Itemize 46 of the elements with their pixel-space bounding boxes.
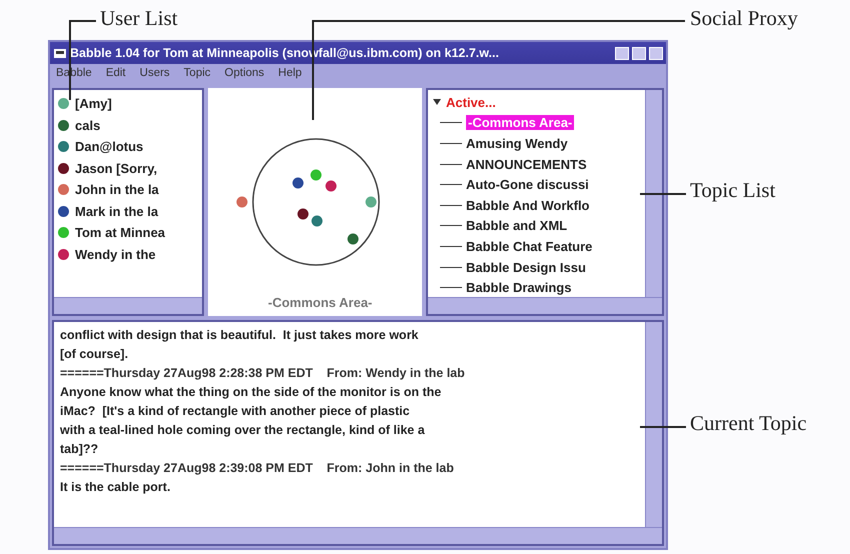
message-line: tab]?? bbox=[60, 441, 100, 458]
message-line: [of course]. bbox=[60, 346, 130, 363]
callout-label: Topic List bbox=[690, 178, 776, 203]
menu-item[interactable]: Help bbox=[278, 67, 302, 83]
user-name[interactable]: Jason [Sorry, bbox=[75, 160, 158, 176]
discussion-entry[interactable]: ANNOUNCEMENTS bbox=[466, 156, 587, 172]
message-line: iMac? [It's a kind of rectangle with another piece of plastic bbox=[60, 403, 411, 420]
user-name[interactable]: Mark in the la bbox=[75, 204, 158, 219]
message-line: It is the cable port. bbox=[60, 479, 172, 496]
discussion-entry[interactable]: Babble Design Issu bbox=[466, 260, 586, 275]
callout-label: User List bbox=[100, 6, 178, 31]
menu-item[interactable]: Options bbox=[224, 67, 264, 83]
discussion-entry[interactable]: Babble And Workflo bbox=[466, 198, 590, 213]
callout-label: Current Topic bbox=[690, 411, 807, 436]
menu-item[interactable]: Topic bbox=[184, 67, 211, 83]
scrollbar[interactable] bbox=[54, 527, 662, 544]
scrollbar[interactable] bbox=[645, 322, 662, 527]
discussion-entry[interactable]: Babble and XML bbox=[466, 218, 568, 234]
app-icon bbox=[53, 46, 67, 60]
message-line: conflict with design that is beautiful. It just takes more work bbox=[60, 327, 420, 344]
scrollbar[interactable] bbox=[54, 297, 202, 314]
expand-triangle-icon[interactable] bbox=[432, 97, 442, 108]
place-label: -Commons Area- bbox=[268, 295, 372, 310]
user-name[interactable]: Tom at Minnea bbox=[75, 225, 166, 240]
menu-item[interactable]: Edit bbox=[106, 67, 126, 83]
discussion-group[interactable]: Active... bbox=[446, 94, 496, 110]
message-line: with a teal-lined hole coming over the rectangle, kind of like a bbox=[60, 422, 426, 439]
user-name[interactable]: John in the la bbox=[75, 182, 159, 198]
user-name[interactable]: Dan@lotus bbox=[75, 139, 144, 154]
callout-label: Social Proxy bbox=[690, 6, 798, 31]
discussion-entry[interactable]: Babble Chat Feature bbox=[466, 238, 592, 254]
discussion-entry[interactable]: -Commons Area- bbox=[466, 115, 574, 130]
scrollbar[interactable] bbox=[645, 90, 662, 297]
user-name[interactable]: cals bbox=[75, 118, 100, 133]
user-name[interactable]: Wendy in the bbox=[75, 246, 156, 262]
menu-item[interactable]: Users bbox=[140, 67, 170, 83]
discussion-entry[interactable]: Amusing Wendy bbox=[466, 136, 568, 151]
discussion-entry[interactable]: Auto-Gone discussi bbox=[466, 177, 589, 192]
message-header: ======Thursday 27Aug98 2:39:08 PM EDT From: John in the lab bbox=[60, 460, 455, 477]
user-name[interactable]: [Amy] bbox=[75, 96, 112, 112]
leader-line bbox=[640, 193, 686, 195]
message-header: ======Thursday 27Aug98 2:28:38 PM EDT From: Wendy in the lab bbox=[60, 365, 466, 382]
message-line: Anyone know what the thing on the side of the monitor is on the bbox=[60, 384, 442, 401]
scrollbar[interactable] bbox=[428, 297, 662, 314]
leader-line bbox=[640, 426, 686, 428]
discussion-entry[interactable]: Babble Drawings bbox=[466, 280, 572, 296]
